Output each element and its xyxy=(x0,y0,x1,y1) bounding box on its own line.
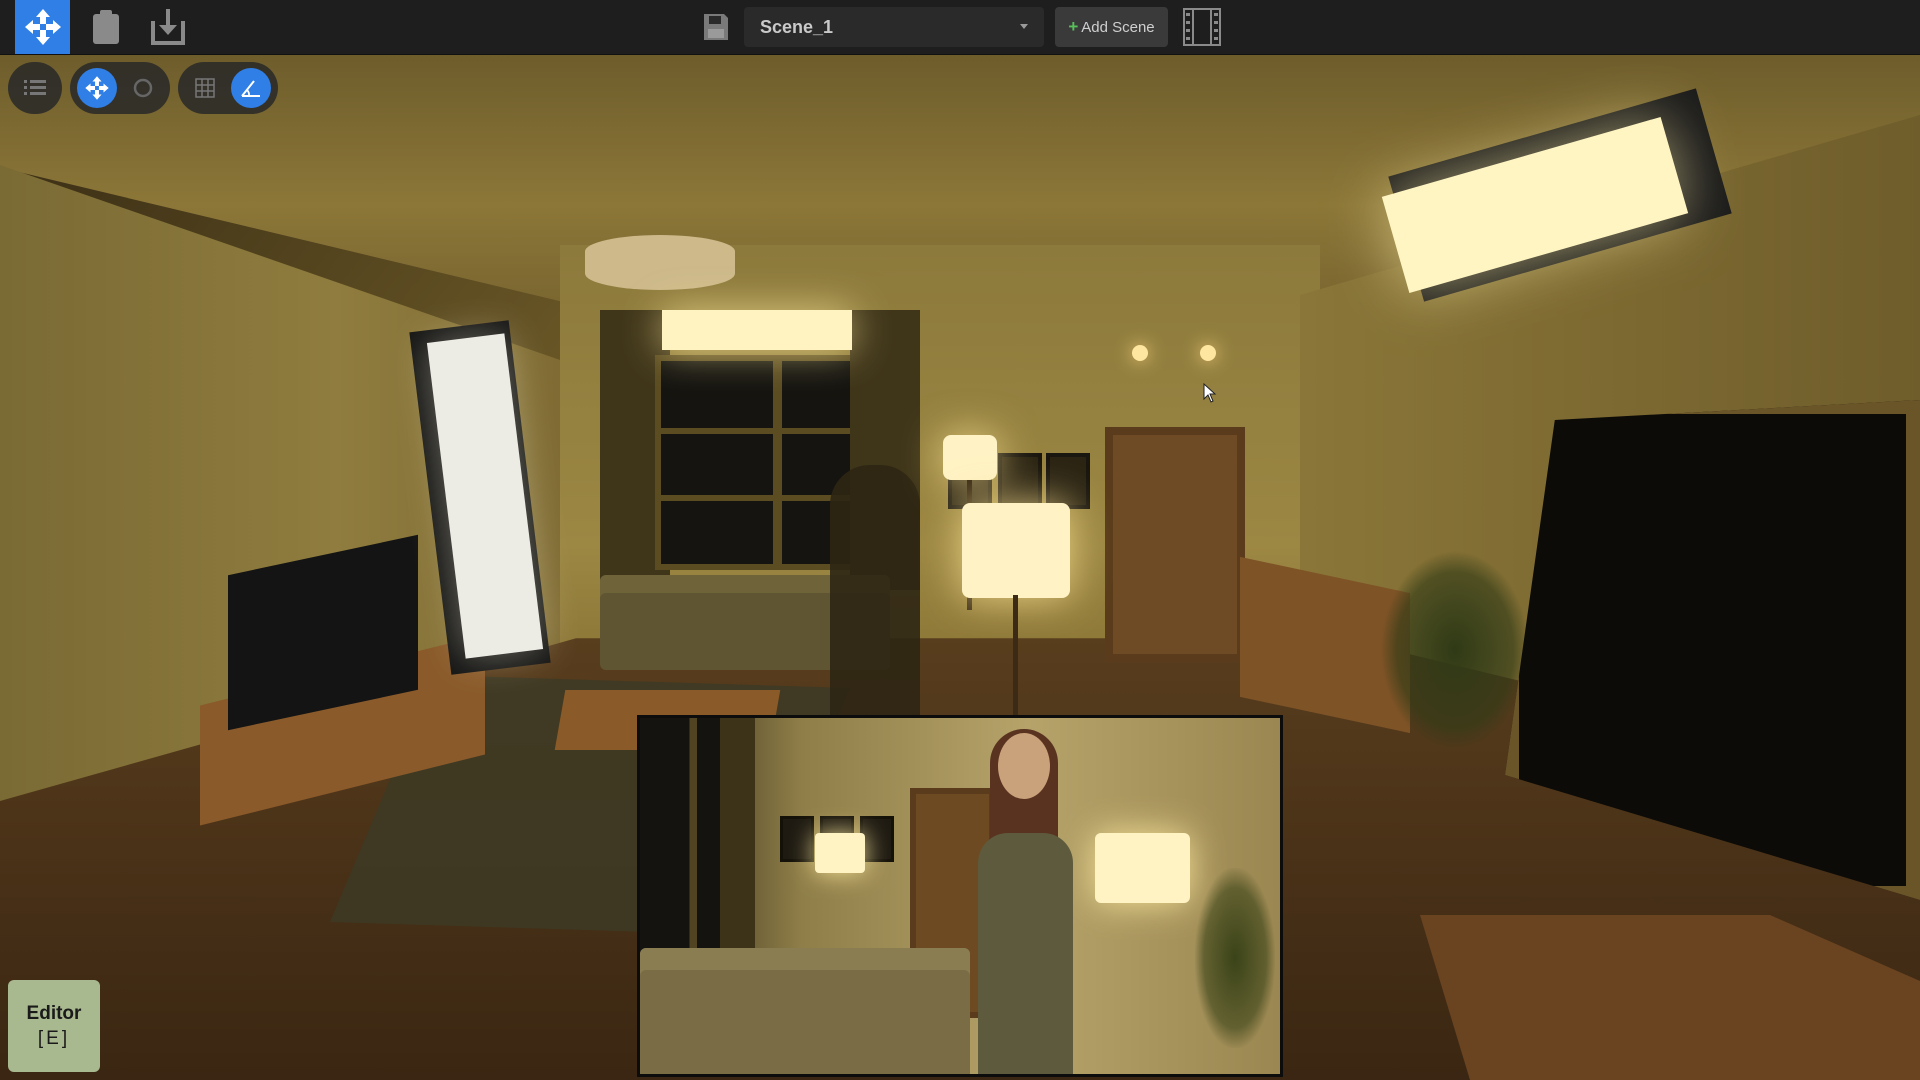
camera-preview[interactable] xyxy=(637,715,1283,1077)
plus-icon: + xyxy=(1068,17,1079,36)
grid-snap-button[interactable] xyxy=(185,68,225,108)
clipboard-button[interactable] xyxy=(78,0,134,54)
ceiling-lamp xyxy=(585,235,735,290)
potted-plant xyxy=(1380,550,1530,750)
move-tool-button[interactable] xyxy=(15,0,70,54)
angle-icon xyxy=(241,80,260,97)
wall-frame xyxy=(1046,453,1090,509)
preview-body xyxy=(978,833,1073,1074)
scene-selector[interactable]: Scene_1 xyxy=(744,7,1044,47)
preview-frame xyxy=(780,816,814,862)
scene-selector-value: Scene_1 xyxy=(760,16,834,37)
preview-frame xyxy=(860,816,894,862)
move-icon xyxy=(85,76,109,100)
film-strip-icon xyxy=(1183,8,1221,46)
four-way-arrow-icon xyxy=(24,9,61,45)
bookcase xyxy=(1105,427,1245,662)
candle-bulb xyxy=(1132,345,1148,361)
small-lampshade xyxy=(943,435,997,480)
translate-gizmo-button[interactable] xyxy=(77,68,117,108)
timeline-button[interactable] xyxy=(1178,0,1226,54)
save-icon xyxy=(704,14,728,40)
import-button[interactable] xyxy=(140,0,196,54)
preview-floor-lamp xyxy=(1095,833,1190,903)
rotate-gizmo-button[interactable] xyxy=(123,68,163,108)
angle-snap-button[interactable] xyxy=(231,68,271,108)
list-icon xyxy=(24,80,46,95)
save-button[interactable] xyxy=(688,0,744,54)
floor-lamp-shade[interactable] xyxy=(962,503,1070,598)
editor-mode-shortcut: [E] xyxy=(37,1028,71,1049)
preview-small-lamp xyxy=(815,833,865,873)
preview-plant xyxy=(1195,868,1275,1048)
top-toolbar: Scene_1 + Add Scene xyxy=(0,0,1920,55)
outliner-button[interactable] xyxy=(15,68,55,108)
chevron-down-icon xyxy=(1020,24,1028,29)
ceiling-light-panel[interactable] xyxy=(662,310,852,350)
editor-mode-button[interactable]: Editor [E] xyxy=(8,980,100,1072)
candle-bulb xyxy=(1200,345,1216,361)
wall-frame xyxy=(998,453,1042,509)
preview-character xyxy=(960,729,1090,1074)
snap-pill xyxy=(178,62,278,114)
clipboard-icon xyxy=(93,10,119,44)
mouse-cursor-icon xyxy=(1203,383,1217,403)
import-icon xyxy=(151,9,185,45)
outliner-pill xyxy=(8,62,62,114)
rotate-icon xyxy=(133,78,153,98)
preview-head xyxy=(998,733,1050,799)
preview-sofa xyxy=(640,948,970,1074)
editor-mode-label: Editor xyxy=(26,1003,82,1024)
gizmo-pill xyxy=(70,62,170,114)
add-scene-button[interactable]: + Add Scene xyxy=(1055,7,1168,47)
add-scene-label: Add Scene xyxy=(1081,18,1155,36)
grid-icon xyxy=(195,78,215,98)
